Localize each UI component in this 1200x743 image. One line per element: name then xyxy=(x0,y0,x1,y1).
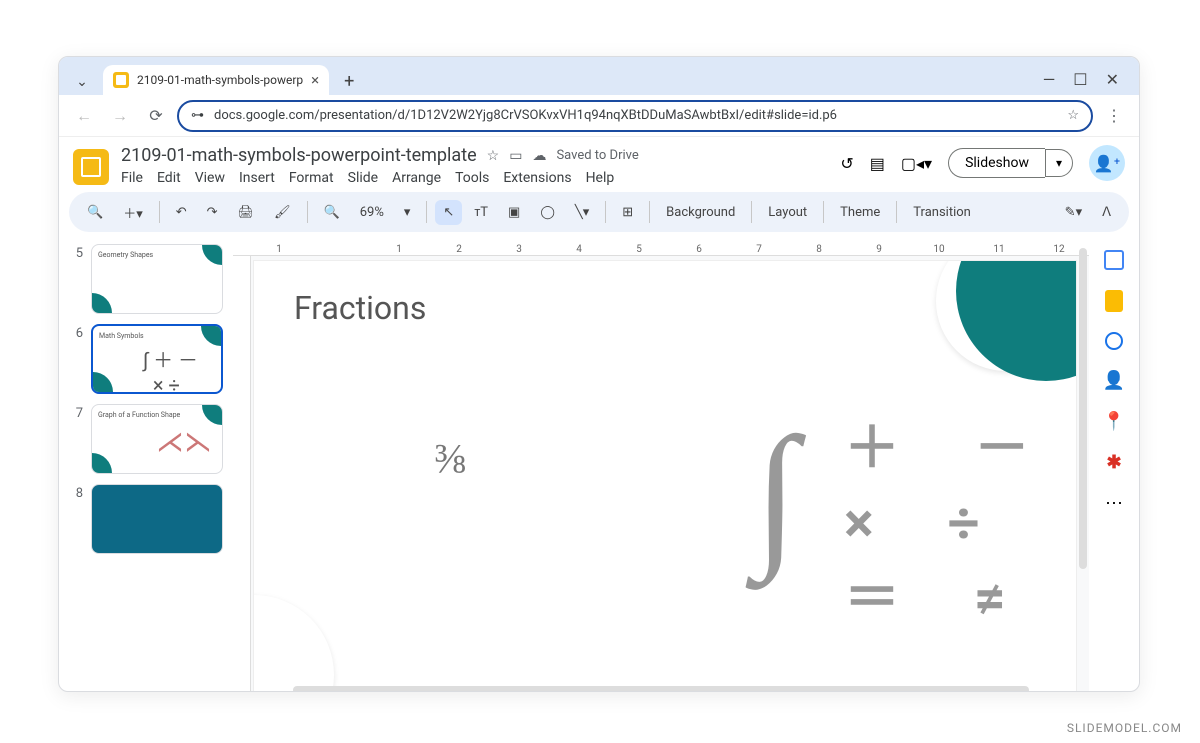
hide-menus-icon[interactable]: ᐱ xyxy=(1094,200,1119,225)
workspace: 5 Geometry Shapes 6 Math Symbols∫ ＋ － × … xyxy=(59,238,1139,692)
filmstrip[interactable]: 5 Geometry Shapes 6 Math Symbols∫ ＋ － × … xyxy=(59,238,233,692)
zoom-level[interactable]: 69% xyxy=(352,200,392,225)
background-button[interactable]: Background xyxy=(658,200,743,225)
undo-button[interactable]: ↶ xyxy=(168,200,195,225)
fraction-text[interactable]: ⅜ xyxy=(434,436,466,484)
layout-button[interactable]: Layout xyxy=(760,200,815,225)
menu-format[interactable]: Format xyxy=(289,170,334,186)
close-window-icon[interactable]: ✕ xyxy=(1106,70,1119,89)
slide-thumb-5[interactable]: 5 Geometry Shapes xyxy=(69,244,223,314)
menu-arrange[interactable]: Arrange xyxy=(392,170,441,186)
star-icon[interactable]: ☆ xyxy=(487,148,500,164)
slide-canvas-area: 1123456789101112 Fractions ⅜ ∫ ＋ － × ÷ ＝… xyxy=(233,238,1089,692)
print-button[interactable]: 🖨 xyxy=(230,200,263,225)
menu-bar: File Edit View Insert Format Slide Arran… xyxy=(121,170,639,186)
menu-extensions[interactable]: Extensions xyxy=(503,170,571,186)
select-tool[interactable]: ↖ xyxy=(435,200,462,225)
browser-window: ⌄ 2109-01-math-symbols-powerp × + — ☐ ✕ … xyxy=(58,56,1140,692)
textbox-tool[interactable]: ᴛT xyxy=(466,199,496,225)
keep-icon[interactable] xyxy=(1105,290,1123,312)
document-header: 2109-01-math-symbols-powerpoint-template… xyxy=(59,137,1139,186)
browser-tab[interactable]: 2109-01-math-symbols-powerp × xyxy=(103,65,329,95)
window-controls: — ☐ ✕ xyxy=(1043,70,1131,95)
move-icon[interactable]: ▭ xyxy=(509,148,522,164)
integral-symbol[interactable]: ∫ xyxy=(754,401,798,586)
save-status: Saved to Drive xyxy=(556,148,638,164)
menu-slide[interactable]: Slide xyxy=(348,170,378,186)
toolbar: 🔍 ＋▾ ↶ ↷ 🖨 🖌 🔍 69% ▾ ↖ ᴛT ▣ ◯ ╲▾ ⊞ Backg… xyxy=(69,192,1129,232)
line-tool[interactable]: ╲▾ xyxy=(567,200,597,225)
scrollbar-vertical[interactable] xyxy=(1079,248,1087,569)
scrollbar-horizontal[interactable] xyxy=(293,686,1029,692)
ruler-horizontal: 1123456789101112 xyxy=(233,238,1089,256)
comments-icon[interactable]: ▤ xyxy=(870,154,885,173)
maps-icon[interactable]: 📍 xyxy=(1103,411,1125,432)
comment-add-button[interactable]: ⊞ xyxy=(614,200,641,225)
bookmark-star-icon[interactable]: ☆ xyxy=(1067,108,1079,123)
tasks-icon[interactable] xyxy=(1105,332,1123,350)
cloud-icon[interactable]: ☁ xyxy=(532,148,546,164)
slide-thumb-8[interactable]: 8 xyxy=(69,484,223,554)
shape-tool[interactable]: ◯ xyxy=(532,200,563,225)
theme-button[interactable]: Theme xyxy=(832,200,888,225)
new-tab-button[interactable]: + xyxy=(335,67,363,95)
reload-button[interactable]: ⟳ xyxy=(141,101,171,131)
omnibox[interactable]: ⊶ docs.google.com/presentation/d/1D12V2W… xyxy=(177,100,1093,132)
menu-view[interactable]: View xyxy=(195,170,225,186)
slides-favicon xyxy=(113,72,129,88)
url-text: docs.google.com/presentation/d/1D12V2W2Y… xyxy=(214,108,837,123)
tab-search-button[interactable]: ⌄ xyxy=(67,69,97,95)
menu-insert[interactable]: Insert xyxy=(239,170,275,186)
tab-title: 2109-01-math-symbols-powerp xyxy=(137,73,303,87)
close-tab-icon[interactable]: × xyxy=(311,71,319,89)
addon-icon[interactable]: ✱ xyxy=(1106,452,1121,473)
meet-icon[interactable]: ▢◂▾ xyxy=(901,154,932,173)
zoom-out-icon[interactable]: 🔍 xyxy=(316,200,348,225)
pen-tool[interactable]: ✎▾ xyxy=(1057,200,1090,225)
ruler-vertical xyxy=(233,256,251,692)
slide-canvas[interactable]: Fractions ⅜ ∫ ＋ － × ÷ ＝ ≠ xyxy=(253,260,1077,692)
menu-edit[interactable]: Edit xyxy=(157,170,181,186)
minimize-icon[interactable]: — xyxy=(1043,70,1056,89)
watermark: SLIDEMODEL.COM xyxy=(1067,721,1182,735)
forward-button[interactable]: → xyxy=(105,101,135,131)
slideshow-label: Slideshow xyxy=(948,148,1045,178)
menu-help[interactable]: Help xyxy=(586,170,615,186)
tab-strip: ⌄ 2109-01-math-symbols-powerp × + — ☐ ✕ xyxy=(59,57,1139,95)
back-button[interactable]: ← xyxy=(69,101,99,131)
slide-thumb-7[interactable]: 7 Graph of a Function Shape⋌⋋ xyxy=(69,404,223,474)
search-menus-icon[interactable]: 🔍 xyxy=(79,200,111,225)
more-addons-icon[interactable]: ⋯ xyxy=(1105,493,1123,514)
slides-logo[interactable] xyxy=(73,149,109,185)
slide-decor-bottom xyxy=(253,595,334,692)
side-panel: 👤 📍 ✱ ⋯ xyxy=(1089,238,1139,692)
image-tool[interactable]: ▣ xyxy=(500,200,528,225)
document-title[interactable]: 2109-01-math-symbols-powerpoint-template xyxy=(121,145,477,166)
slideshow-dropdown[interactable]: ▾ xyxy=(1045,149,1073,177)
slide-thumb-6[interactable]: 6 Math Symbols∫ ＋ － × ÷ ＝ ≠ xyxy=(69,324,223,394)
paint-format-button[interactable]: 🖌 xyxy=(266,200,299,225)
history-icon[interactable]: ↺ xyxy=(840,154,853,173)
zoom-dropdown[interactable]: ▾ xyxy=(396,200,419,225)
address-bar: ← → ⟳ ⊶ docs.google.com/presentation/d/1… xyxy=(59,95,1139,137)
share-button[interactable]: 👤⁺ xyxy=(1089,145,1125,181)
new-slide-button[interactable]: ＋▾ xyxy=(115,198,151,227)
slideshow-button[interactable]: Slideshow ▾ xyxy=(948,148,1073,178)
chrome-menu-icon[interactable]: ⋮ xyxy=(1099,101,1129,131)
calendar-icon[interactable] xyxy=(1104,250,1124,270)
menu-tools[interactable]: Tools xyxy=(455,170,489,186)
maximize-icon[interactable]: ☐ xyxy=(1073,70,1087,89)
operator-grid[interactable]: ＋ － × ÷ ＝ ≠ xyxy=(844,411,1060,636)
contacts-icon[interactable]: 👤 xyxy=(1103,370,1125,391)
site-info-icon[interactable]: ⊶ xyxy=(191,108,204,123)
transition-button[interactable]: Transition xyxy=(905,200,979,225)
menu-file[interactable]: File xyxy=(121,170,143,186)
redo-button[interactable]: ↷ xyxy=(199,200,226,225)
